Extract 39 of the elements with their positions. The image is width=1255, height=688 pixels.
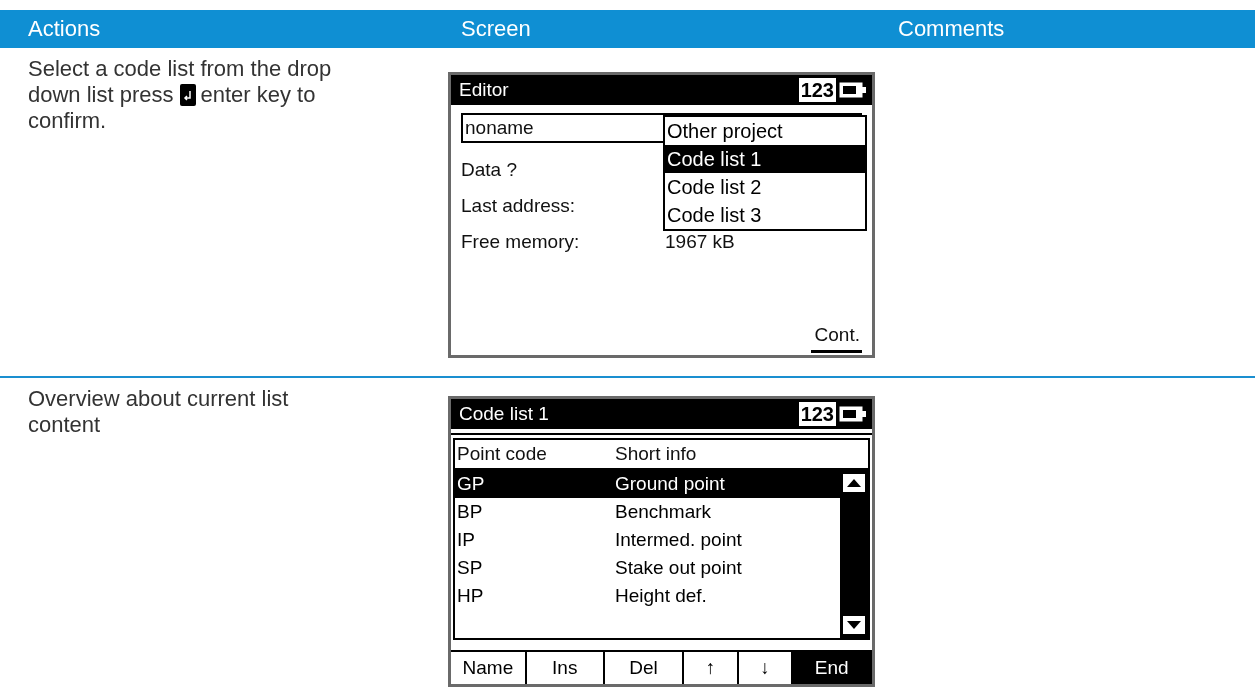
field-value: 1967 kB (665, 231, 736, 253)
scrollbar[interactable] (840, 470, 868, 638)
short-info: Height def. (615, 585, 708, 607)
field-label: Free memory: (461, 231, 581, 253)
field-label: Data ? (461, 159, 518, 181)
point-code: IP (457, 529, 476, 551)
scroll-down-icon[interactable] (843, 616, 865, 634)
softkey[interactable]: Cont. (810, 324, 862, 353)
softkey[interactable]: End (793, 652, 872, 684)
input-mode: 123 (798, 78, 836, 102)
point-code: SP (457, 557, 484, 579)
action-text: Select a code list from the drop (28, 56, 332, 82)
list-row[interactable]: GP Ground point (455, 470, 840, 498)
short-info: Intermed. point (615, 529, 743, 551)
column-header: Comments (897, 16, 1006, 42)
dropdown-item[interactable]: Code list 1 (665, 145, 865, 173)
point-code: HP (457, 585, 485, 607)
column-header: Actions (27, 16, 102, 42)
battery-icon (838, 404, 868, 424)
field-label: Last address: (461, 195, 577, 217)
action-text: Overview about current list (28, 386, 289, 412)
point-code: BP (457, 501, 484, 523)
short-info: Benchmark (615, 501, 713, 523)
action-text: enter key to (200, 82, 316, 108)
short-info: Ground point (615, 473, 726, 495)
action-text: content (28, 412, 101, 438)
column-header: Point code (457, 443, 548, 465)
input-mode: 123 (798, 402, 836, 426)
screen-title: Editor (459, 79, 510, 101)
screen-title: Code list 1 (459, 403, 550, 425)
action-text: down list press (28, 82, 174, 108)
battery-icon (838, 80, 868, 100)
point-code: GP (457, 473, 486, 495)
column-header: Screen (460, 16, 532, 42)
scroll-up-icon[interactable] (843, 474, 865, 492)
column-header: Short info (615, 443, 698, 465)
short-info: Stake out point (615, 557, 743, 579)
action-text: confirm. (28, 108, 107, 134)
enter-key-icon (179, 84, 196, 106)
